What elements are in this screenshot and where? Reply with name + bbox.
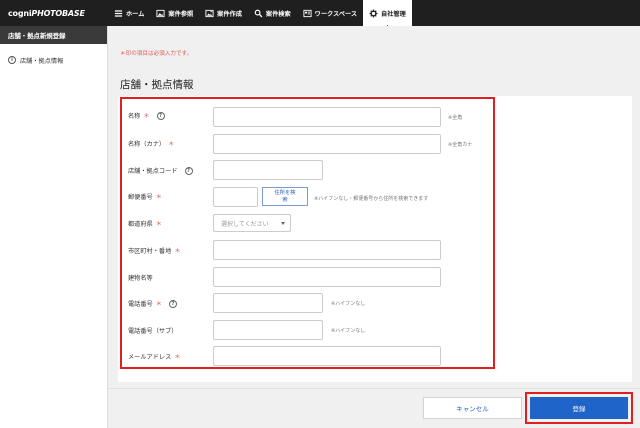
name-kana-input[interactable] [213,134,441,154]
address-search-label-1: 住所を検 [274,190,296,196]
phone-sub-hint: ※ハイフンなし [331,328,366,334]
city-label-text: 市区町村・番地 [128,248,172,255]
prefecture-label-text: 都道府県 [128,221,153,228]
required-mark: ＊ [174,248,181,255]
nav-case-create[interactable]: 案件作成 [199,0,248,26]
store-code-input[interactable] [213,160,323,180]
email-input[interactable] [213,346,441,366]
phone-sub-input[interactable] [213,320,323,340]
nav-home[interactable]: ホーム [108,0,150,26]
list-icon [114,9,123,17]
sidebar: 店舗・拠点新規登録 i 店舗・拠点情報 [0,26,108,428]
required-note: ＊印の項目は必須入力です。 [120,51,193,57]
prefecture-select-value: 選択してください [221,220,269,228]
help-icon[interactable]: ? [184,166,193,175]
nav-workspace-label: ワークスペース [314,10,358,18]
required-mark: ＊ [155,221,162,228]
nav-company-management[interactable]: 自社管理 [363,0,412,28]
nav-workspace[interactable]: ワークスペース [297,0,363,26]
postal-label-text: 郵便番号 [128,194,153,201]
help-icon[interactable]: ? [156,111,165,120]
logo-text-bold: cogni [8,8,32,18]
required-mark: ＊ [168,141,175,148]
building-label-text: 建物名等 [128,275,153,282]
search-icon [254,9,263,17]
logo-text-italic: PHOTOBASE [31,8,85,18]
email-label-text: メールアドレス [128,354,172,361]
postal-hint: ※ハイフンなし・郵便番号から住所を検索できます [314,196,429,202]
phone-sub-label-text: 電話番号（サブ） [128,328,178,335]
name-input[interactable] [213,107,441,127]
top-navigation-bar: cogni PHOTOBASE ホーム 案件参照 案件作成 案件検索 ワークスペー… [0,0,640,28]
image-icon [156,9,165,17]
nav-company-management-label: 自社管理 [381,10,406,18]
footer-divider [108,388,640,389]
app-logo[interactable]: cogni PHOTOBASE [0,0,108,26]
info-icon: i [8,56,16,64]
prefecture-label: 都道府県＊ [128,219,162,228]
phone-label: 電話番号＊ ? [128,299,177,308]
postal-code-input[interactable] [213,187,258,207]
nav-case-search-label: 案件検索 [265,10,291,18]
image-plus-icon [205,9,214,17]
store-code-label-text: 店舗・拠点コード [128,168,178,175]
address-search-button[interactable]: 住所を検 索 [262,187,308,206]
name-label: 名称＊ ? [128,111,165,120]
nav-case-reference[interactable]: 案件参照 [150,0,199,26]
nav-case-create-label: 案件作成 [217,10,242,18]
name-kana-label: 名称（カナ）＊ [128,139,174,148]
sidebar-item-label: 店舗・拠点情報 [20,57,64,65]
postal-label: 郵便番号＊ [128,192,162,201]
submit-button[interactable]: 登録 [530,397,628,419]
phone-input[interactable] [213,293,323,313]
required-mark: ＊ [174,354,181,361]
email-label: メールアドレス＊ [128,352,181,361]
nav-home-label: ホーム [126,10,145,18]
name-kana-label-text: 名称（カナ） [128,141,166,148]
city-label: 市区町村・番地＊ [128,246,181,255]
page-title: 店舗・拠点情報 [120,79,194,91]
building-label: 建物名等 [128,273,153,282]
store-code-label: 店舗・拠点コード ? [128,166,193,175]
gear-icon [369,9,378,17]
help-icon[interactable]: ? [168,299,177,308]
cancel-button[interactable]: キャンセル [423,397,522,419]
sidebar-item-store-info[interactable]: i 店舗・拠点情報 [0,50,107,70]
required-mark: ＊ [143,113,150,120]
address-search-label-2: 索 [282,197,288,203]
name-kana-hint: ※全角カナ [448,142,473,148]
phone-label-text: 電話番号 [128,301,153,308]
nav-case-reference-label: 案件参照 [168,10,194,18]
main-content: ＊印の項目は必須入力です。 店舗・拠点情報 [108,26,640,428]
building-input[interactable] [213,267,441,287]
required-mark: ＊ [155,301,162,308]
phone-sub-label: 電話番号（サブ） [128,326,178,335]
name-label-text: 名称 [128,113,141,120]
phone-hint: ※ハイフンなし [331,301,366,307]
city-input[interactable] [213,240,441,260]
name-hint: ※全角 [448,115,463,121]
sidebar-header: 店舗・拠点新規登録 [0,26,107,44]
prefecture-select[interactable]: 選択してください [213,214,291,232]
nav-case-search[interactable]: 案件検索 [248,0,297,26]
chevron-down-icon [281,222,285,225]
required-mark: ＊ [155,194,162,201]
workspace-icon [303,9,312,17]
